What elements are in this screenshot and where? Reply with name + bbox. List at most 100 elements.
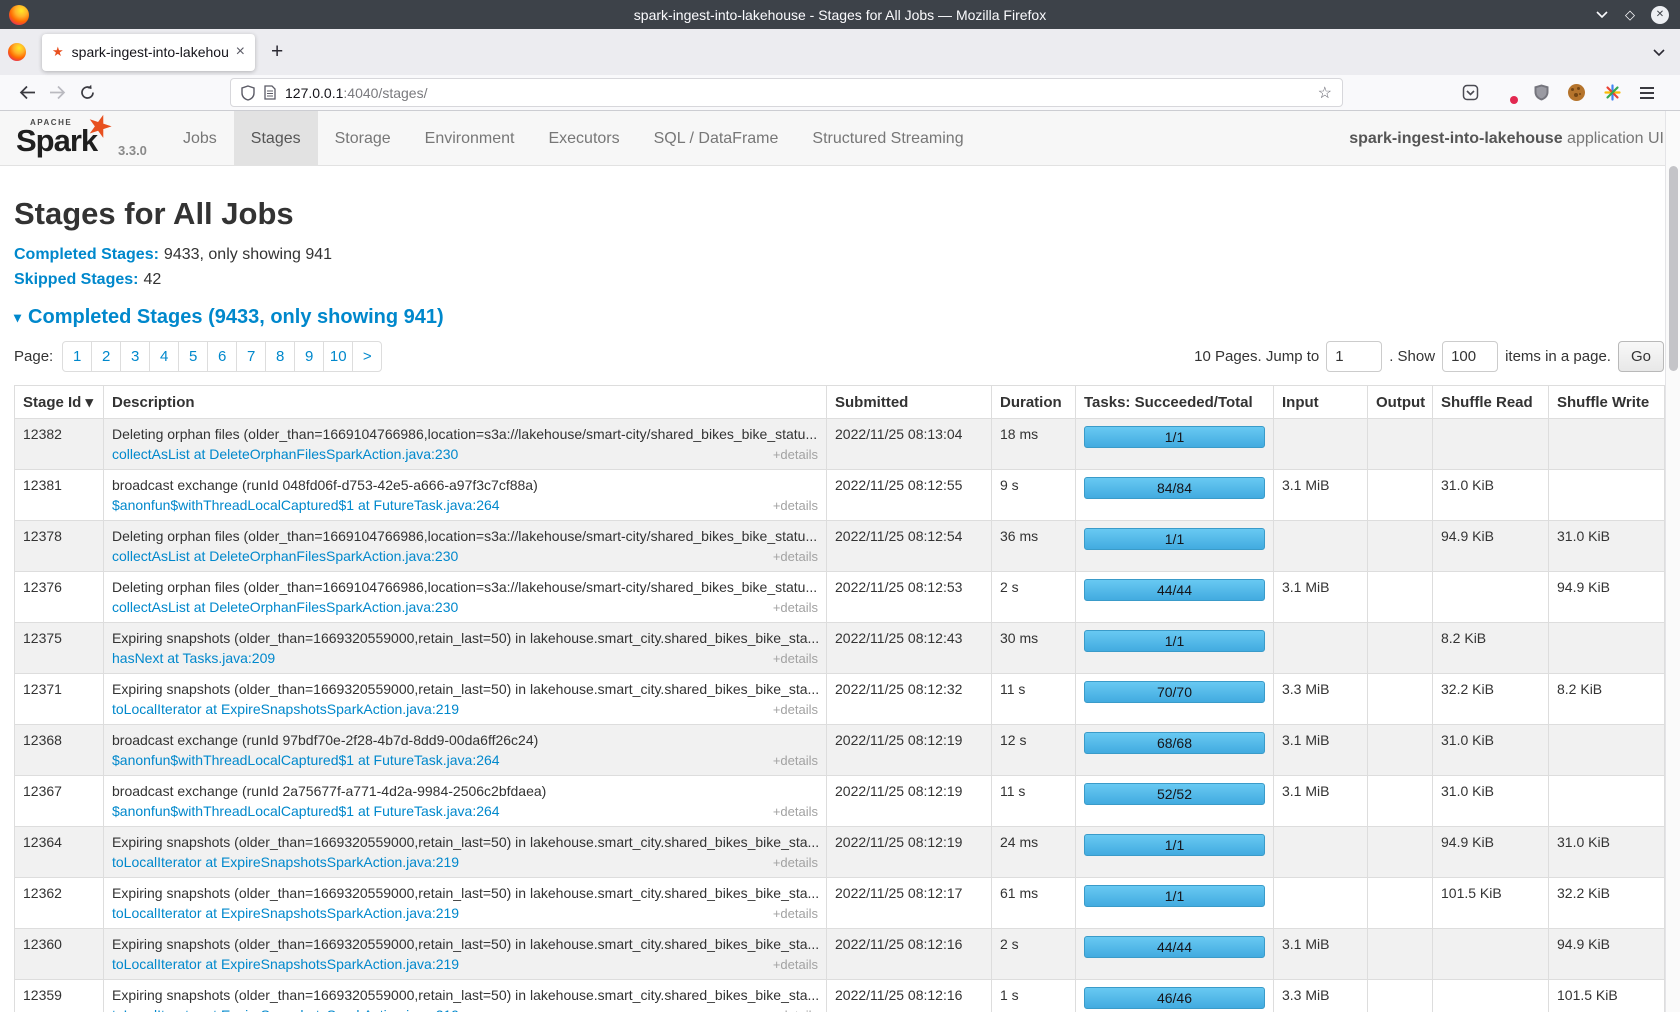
stage-row: 12368broadcast exchange (runId 97bdf70e-… (15, 725, 1665, 776)
stage-callsite-link[interactable]: $anonfun$withThreadLocalCaptured$1 at Fu… (112, 803, 500, 819)
minimize-icon[interactable] (1595, 10, 1609, 19)
page-button-8[interactable]: 8 (265, 341, 295, 372)
details-toggle[interactable]: +details (773, 549, 818, 564)
details-toggle[interactable]: +details (773, 702, 818, 717)
column-header[interactable]: Input (1274, 386, 1368, 419)
details-toggle[interactable]: +details (773, 651, 818, 666)
nav-item-structured-streaming[interactable]: Structured Streaming (795, 111, 980, 166)
description-cell: Expiring snapshots (older_than=166932055… (104, 827, 827, 878)
column-header[interactable]: Tasks: Succeeded/Total (1076, 386, 1274, 419)
close-icon[interactable]: ✕ (1651, 6, 1669, 24)
spark-logo[interactable]: APACHE Spark ★ 3.3.0 (14, 111, 166, 166)
column-header[interactable]: Output (1368, 386, 1433, 419)
page-button-7[interactable]: 7 (236, 341, 266, 372)
stage-callsite-link[interactable]: $anonfun$withThreadLocalCaptured$1 at Fu… (112, 752, 500, 768)
submitted-cell: 2022/11/25 08:12:53 (827, 572, 992, 623)
column-header[interactable]: Submitted (827, 386, 992, 419)
column-header[interactable]: Duration (992, 386, 1076, 419)
tasks-cell: 1/1 (1076, 623, 1274, 674)
url-bar[interactable]: 127.0.0.1:4040/stages/ ☆ (230, 78, 1343, 107)
nav-item-storage[interactable]: Storage (318, 111, 408, 166)
nav-item-executors[interactable]: Executors (531, 111, 636, 166)
details-toggle[interactable]: +details (773, 804, 818, 819)
column-header[interactable]: Stage Id ▾ (15, 386, 104, 419)
nav-item-environment[interactable]: Environment (408, 111, 532, 166)
url-host: 127.0.0.1 (285, 85, 343, 101)
stage-callsite-link[interactable]: $anonfun$withThreadLocalCaptured$1 at Fu… (112, 497, 500, 513)
menu-icon[interactable] (1640, 87, 1654, 99)
new-tab-button[interactable]: + (271, 40, 283, 64)
details-toggle[interactable]: +details (773, 600, 818, 615)
description-links: $anonfun$withThreadLocalCaptured$1 at Fu… (112, 803, 818, 819)
reload-button-icon[interactable] (72, 84, 102, 101)
page-info-icon[interactable] (264, 85, 276, 100)
stage-callsite-link[interactable]: collectAsList at DeleteOrphanFilesSparkA… (112, 548, 458, 564)
details-toggle[interactable]: +details (773, 906, 818, 921)
cookie-extension-icon[interactable] (1568, 84, 1585, 101)
stage-description: Deleting orphan files (older_than=166910… (112, 426, 818, 442)
page-button-4[interactable]: 4 (149, 341, 179, 372)
page-button-5[interactable]: 5 (178, 341, 208, 372)
stage-id-cell: 12359 (15, 980, 104, 1012)
stage-callsite-link[interactable]: toLocalIterator at ExpireSnapshotsSparkA… (112, 854, 459, 870)
stage-callsite-link[interactable]: collectAsList at DeleteOrphanFilesSparkA… (112, 599, 458, 615)
page-size-input[interactable] (1442, 341, 1498, 372)
pocket-icon[interactable] (1462, 84, 1479, 101)
completed-stages-section-toggle[interactable]: ▾ Completed Stages (9433, only showing 9… (14, 306, 1664, 329)
input-cell (1274, 827, 1368, 878)
page-button-6[interactable]: 6 (207, 341, 237, 372)
list-all-tabs-icon[interactable] (1652, 48, 1666, 57)
nav-item-sql-dataframe[interactable]: SQL / DataFrame (637, 111, 796, 166)
details-toggle[interactable]: +details (773, 753, 818, 768)
stage-callsite-link[interactable]: hasNext at Tasks.java:209 (112, 650, 275, 666)
stage-callsite-link[interactable]: toLocalIterator at ExpireSnapshotsSparkA… (112, 905, 459, 921)
nav-item-jobs[interactable]: Jobs (166, 111, 234, 166)
description-cell: broadcast exchange (runId 97bdf70e-2f28-… (104, 725, 827, 776)
skipped-stages-link[interactable]: Skipped Stages: (14, 271, 138, 288)
maximize-icon[interactable]: ◇ (1625, 8, 1635, 21)
description-links: $anonfun$withThreadLocalCaptured$1 at Fu… (112, 497, 818, 513)
page-button-1[interactable]: 1 (62, 341, 92, 372)
asterisk-extension-icon[interactable] (1604, 84, 1621, 101)
tasks-cell: 1/1 (1076, 521, 1274, 572)
page-button-9[interactable]: 9 (294, 341, 324, 372)
scrollbar-thumb[interactable] (1669, 166, 1678, 371)
page-next-button[interactable]: > (352, 341, 382, 372)
forward-button-icon[interactable] (42, 85, 72, 100)
output-cell (1368, 419, 1433, 470)
ublock-shield-icon[interactable] (1534, 84, 1549, 101)
column-header[interactable]: Description (104, 386, 827, 419)
details-toggle[interactable]: +details (773, 855, 818, 870)
page-button-3[interactable]: 3 (120, 341, 150, 372)
jump-to-page-input[interactable] (1326, 341, 1382, 372)
stage-callsite-link[interactable]: toLocalIterator at ExpireSnapshotsSparkA… (112, 956, 459, 972)
scrollbar[interactable] (1665, 111, 1680, 1012)
back-button-icon[interactable] (12, 85, 42, 100)
privacy-mask-extension-icon[interactable] (1498, 84, 1515, 101)
shield-permissions-icon[interactable] (241, 85, 255, 101)
tasks-progress-bar: 44/44 (1084, 579, 1265, 601)
column-header[interactable]: Shuffle Read (1433, 386, 1549, 419)
stage-callsite-link[interactable]: collectAsList at DeleteOrphanFilesSparkA… (112, 446, 458, 462)
description-links: toLocalIterator at ExpireSnapshotsSparkA… (112, 905, 818, 921)
browser-tab[interactable]: ★ spark-ingest-into-lakehous × (42, 34, 255, 71)
nav-item-stages[interactable]: Stages (234, 111, 318, 166)
go-button[interactable]: Go (1618, 341, 1664, 372)
stage-callsite-link[interactable]: toLocalIterator at ExpireSnapshotsSparkA… (112, 1007, 459, 1012)
stage-id-cell: 12362 (15, 878, 104, 929)
page-button-10[interactable]: 10 (323, 341, 353, 372)
details-toggle[interactable]: +details (773, 447, 818, 462)
page-button-2[interactable]: 2 (91, 341, 121, 372)
stage-id-cell: 12367 (15, 776, 104, 827)
column-header[interactable]: Shuffle Write (1549, 386, 1665, 419)
bookmark-star-icon[interactable]: ☆ (1318, 83, 1332, 103)
firefox-icon[interactable] (8, 43, 26, 61)
details-toggle[interactable]: +details (773, 1008, 818, 1012)
details-toggle[interactable]: +details (773, 957, 818, 972)
details-toggle[interactable]: +details (773, 498, 818, 513)
shuffle-write-cell: 31.0 KiB (1549, 827, 1665, 878)
completed-stages-link[interactable]: Completed Stages: (14, 246, 159, 263)
application-name: spark-ingest-into-lakehouse (1349, 130, 1562, 147)
stage-callsite-link[interactable]: toLocalIterator at ExpireSnapshotsSparkA… (112, 701, 459, 717)
tab-close-icon[interactable]: × (236, 43, 245, 61)
